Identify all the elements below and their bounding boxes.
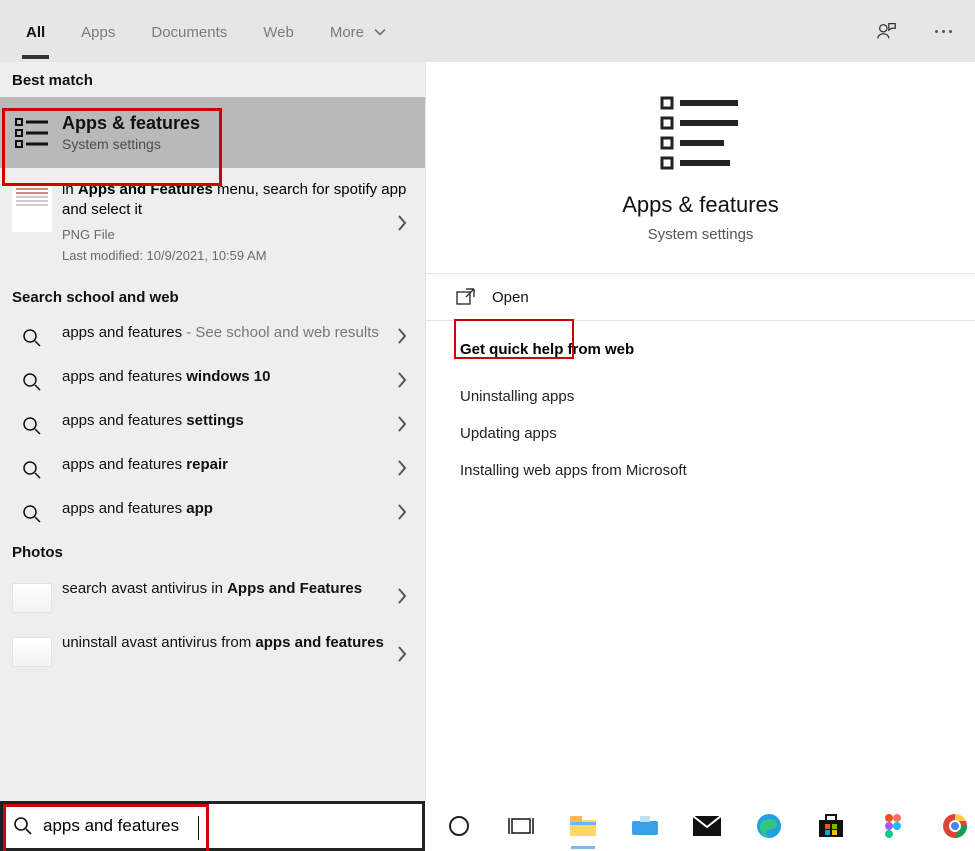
tab-web[interactable]: Web (245, 4, 312, 59)
web-result-text: apps and features settings (62, 412, 413, 429)
help-link[interactable]: Installing web apps from Microsoft (460, 452, 941, 489)
search-box[interactable] (0, 801, 425, 851)
photo-result-text: search avast antivirus in Apps and Featu… (62, 579, 413, 599)
photo-result[interactable]: uninstall avast antivirus from apps and … (0, 623, 425, 685)
search-icon (12, 412, 52, 436)
tab-apps[interactable]: Apps (63, 4, 133, 59)
open-label: Open (492, 289, 529, 306)
figma-icon[interactable] (877, 810, 909, 842)
preview-app-icon (450, 94, 951, 172)
photo-result-text: uninstall avast antivirus from apps and … (62, 633, 413, 653)
section-best-match: Best match (0, 62, 425, 97)
chevron-down-icon (374, 28, 386, 37)
mail-icon[interactable] (691, 810, 723, 842)
web-result[interactable]: apps and features windows 10 (0, 358, 425, 402)
preview-pane: Apps & features System settings Open Get… (425, 62, 975, 851)
chevron-right-icon (397, 646, 407, 662)
chevron-right-icon (397, 328, 407, 344)
bottom-bar (0, 801, 975, 851)
photo-result[interactable]: search avast antivirus in Apps and Featu… (0, 569, 425, 623)
task-view-icon[interactable] (505, 810, 537, 842)
search-input[interactable] (43, 804, 422, 848)
preview-subtitle: System settings (450, 226, 951, 243)
help-section-title: Get quick help from web (460, 341, 941, 358)
microsoft-store-icon[interactable] (815, 810, 847, 842)
web-result[interactable]: apps and features app (0, 490, 425, 534)
keyboard-app-icon[interactable] (629, 810, 661, 842)
result-file-modified: Last modified: 10/9/2021, 10:59 AM (62, 248, 413, 263)
search-filter-tabbar: All Apps Documents Web More (0, 0, 975, 62)
chevron-right-icon (397, 460, 407, 476)
result-subtitle: System settings (62, 136, 413, 152)
chevron-right-icon (397, 416, 407, 432)
more-options-icon[interactable] (929, 17, 957, 45)
text-caret (198, 816, 199, 840)
tab-all[interactable]: All (8, 4, 63, 59)
web-result-text: apps and features app (62, 500, 413, 517)
tab-documents[interactable]: Documents (133, 4, 245, 59)
chevron-right-icon (397, 372, 407, 388)
web-result-text: apps and features repair (62, 456, 413, 473)
feedback-icon[interactable] (873, 17, 901, 45)
help-link[interactable]: Updating apps (460, 415, 941, 452)
chevron-right-icon (397, 215, 407, 231)
section-search-web: Search school and web (0, 279, 425, 314)
result-apps-and-features[interactable]: Apps & features System settings (0, 97, 425, 168)
tab-more-label: More (330, 24, 364, 41)
chevron-right-icon (397, 504, 407, 520)
settings-list-icon (12, 113, 52, 149)
chevron-right-icon (397, 588, 407, 604)
photo-thumbnail-icon (12, 579, 52, 613)
web-result[interactable]: apps and features - See school and web r… (0, 314, 425, 358)
web-result[interactable]: apps and features repair (0, 446, 425, 490)
search-icon (12, 500, 52, 524)
result-file-type: PNG File (62, 227, 413, 242)
open-external-icon (456, 288, 476, 306)
search-results-pane: Best match Apps & features System settin… (0, 62, 425, 851)
taskbar (425, 801, 975, 851)
result-file-png[interactable]: in Apps and Features menu, search for sp… (0, 168, 425, 279)
open-button[interactable]: Open (426, 274, 975, 320)
search-icon (12, 324, 52, 348)
preview-title: Apps & features (450, 192, 951, 218)
web-result-text: apps and features windows 10 (62, 368, 413, 385)
search-icon (12, 456, 52, 480)
result-title: Apps & features (62, 113, 413, 134)
chrome-browser-icon[interactable] (939, 810, 971, 842)
result-title: in Apps and Features menu, search for sp… (62, 180, 413, 221)
section-photos: Photos (0, 534, 425, 569)
file-thumbnail-icon (12, 180, 52, 232)
search-icon (12, 368, 52, 392)
tab-more[interactable]: More (312, 4, 404, 59)
cortana-icon[interactable] (443, 810, 475, 842)
file-explorer-icon[interactable] (567, 810, 599, 842)
help-link[interactable]: Uninstalling apps (460, 378, 941, 415)
photo-thumbnail-icon (12, 633, 52, 667)
edge-browser-icon[interactable] (753, 810, 785, 842)
web-result[interactable]: apps and features settings (0, 402, 425, 446)
web-result-text: apps and features - See school and web r… (62, 324, 413, 341)
search-icon (3, 816, 43, 836)
